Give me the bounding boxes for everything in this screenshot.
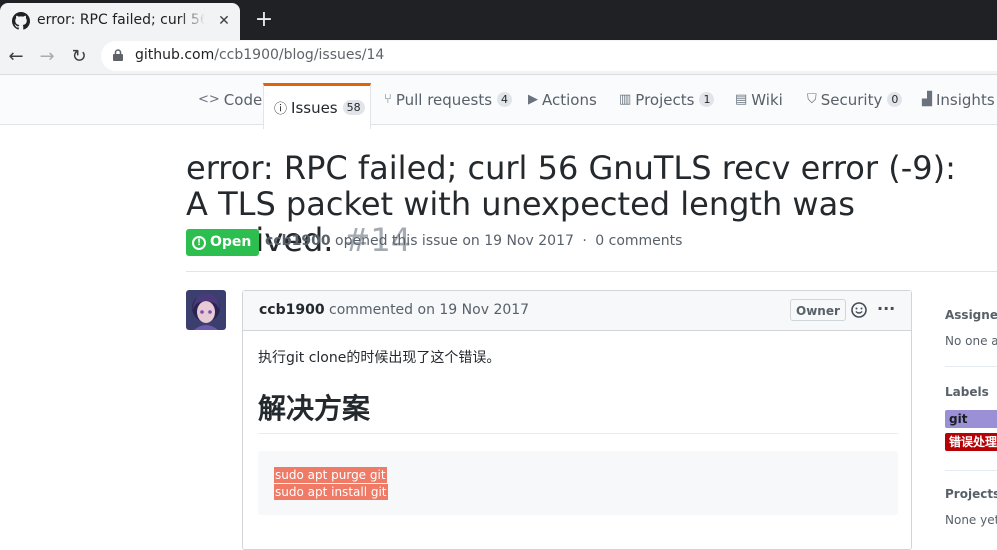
comment-timestamp[interactable]: commented on 19 Nov 2017: [329, 302, 529, 318]
smiley-icon[interactable]: [851, 302, 867, 318]
tab-wiki[interactable]: ▤ Wiki: [735, 75, 783, 124]
issue-icon: ⓘ: [274, 102, 288, 117]
projects-heading[interactable]: Projects: [945, 487, 997, 501]
new-tab-button[interactable]: +: [252, 8, 276, 32]
issue-author-link[interactable]: ccb1900: [265, 233, 331, 249]
assignees-value: No one assigned: [945, 334, 997, 348]
back-arrow-icon[interactable]: ←: [3, 44, 29, 70]
tab-code[interactable]: <> Code: [198, 75, 262, 124]
tab-pull-requests[interactable]: ⑂ Pull requests 4: [384, 75, 513, 124]
code-block: sudo apt purge git sudo apt install git: [258, 451, 898, 515]
comment-author-link[interactable]: ccb1900: [259, 302, 325, 318]
lock-icon: [113, 49, 123, 61]
code-line: sudo apt purge git: [274, 467, 387, 483]
security-count: 0: [887, 92, 903, 107]
book-icon: ▤: [735, 92, 748, 107]
issues-count: 58: [342, 100, 365, 115]
status-badge: ! Open: [186, 229, 260, 256]
sidebar-divider: [945, 366, 997, 367]
label-git[interactable]: git: [945, 410, 997, 428]
tab-security[interactable]: ⛉ Security 0: [807, 75, 903, 124]
address-bar[interactable]: github.com/ccb1900/blog/issues/14: [101, 41, 997, 71]
browser-tab[interactable]: error: RPC failed; curl 56 GnuTLS recv e…: [0, 3, 240, 40]
reload-icon[interactable]: ↻: [66, 44, 92, 70]
issue-meta-text: ccb1900 opened this issue on 19 Nov 2017…: [265, 233, 683, 249]
comment-body: 执行git clone的时候出现了这个错误。 解决方案 sudo apt pur…: [258, 347, 898, 515]
header-divider: [186, 271, 997, 272]
comment-author-line: ccb1900 commented on 19 Nov 2017: [259, 302, 529, 318]
projects-count: 1: [699, 92, 715, 107]
tab-projects[interactable]: ▥ Projects 1: [619, 75, 715, 124]
browser-tab-strip: error: RPC failed; curl 56 GnuTLS recv e…: [0, 0, 997, 40]
heading-divider: [258, 433, 898, 434]
code-icon: <>: [198, 92, 220, 107]
sidebar-divider: [945, 470, 997, 471]
code-line: sudo apt install git: [274, 484, 388, 500]
comment: ccb1900 commented on 19 Nov 2017 Owner ·…: [242, 290, 912, 550]
avatar[interactable]: [186, 290, 226, 330]
owner-badge: Owner: [790, 299, 846, 321]
repo-nav: <> Code ⓘ Issues 58 ⑂ Pull requests 4 ▶ Action…: [0, 75, 997, 129]
projects-value: None yet: [945, 513, 997, 527]
url-text: github.com/ccb1900/blog/issues/14: [135, 47, 385, 63]
tab-issues[interactable]: ⓘ Issues 58: [263, 83, 371, 129]
tab-insights[interactable]: ▟ Insights: [922, 75, 995, 124]
project-icon: ▥: [619, 92, 632, 107]
tab-actions[interactable]: ▶ Actions: [528, 75, 597, 124]
shield-icon: ⛉: [807, 92, 817, 107]
tab-title: error: RPC failed; curl 56 GnuTLS recv e…: [37, 12, 205, 28]
comment-heading: 解决方案: [258, 392, 371, 425]
assignees-heading[interactable]: Assignees: [945, 308, 997, 322]
comment-header: ccb1900 commented on 19 Nov 2017 Owner ·…: [243, 291, 911, 331]
forward-arrow-icon[interactable]: →: [34, 44, 60, 70]
more-options-icon[interactable]: ···: [877, 299, 895, 318]
play-icon: ▶: [528, 92, 538, 107]
github-icon: [12, 12, 30, 30]
issue-meta: ! Open ccb1900 opened this issue on 19 No…: [186, 229, 986, 256]
comments-count: 0 comments: [595, 233, 683, 249]
pull-requests-count: 4: [497, 92, 513, 107]
close-tab-icon[interactable]: ✕: [214, 11, 234, 31]
label-error-handling[interactable]: 错误处理: [945, 433, 997, 451]
graph-icon: ▟: [922, 92, 932, 107]
issue-opened-icon: !: [192, 235, 206, 250]
browser-toolbar: ← → ↻ github.com/ccb1900/blog/issues/14: [0, 40, 997, 75]
pull-request-icon: ⑂: [384, 92, 392, 107]
labels-heading[interactable]: Labels: [945, 385, 989, 399]
comment-paragraph: 执行git clone的时候出现了这个错误。: [258, 350, 501, 366]
